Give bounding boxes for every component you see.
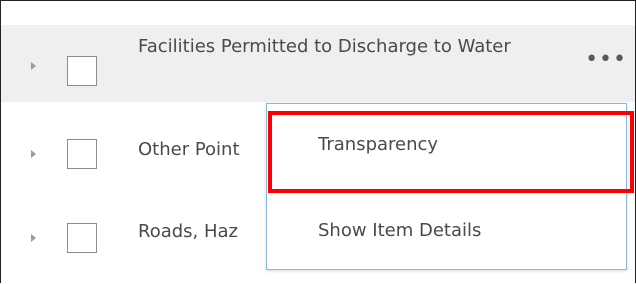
layer-label: Roads, Haz [138, 221, 239, 242]
menu-item-show-item-details[interactable]: Show Item Details [267, 220, 626, 241]
expand-caret-icon[interactable] [31, 234, 36, 242]
ellipsis-icon[interactable]: ••• [585, 49, 627, 71]
layer-visibility-checkbox[interactable] [67, 56, 97, 86]
layer-row-facilities[interactable]: Facilities Permitted to Discharge to Wat… [1, 25, 635, 102]
layer-visibility-checkbox[interactable] [67, 223, 97, 253]
layer-label: Other Point [138, 139, 240, 160]
expand-caret-icon[interactable] [31, 62, 36, 70]
expand-caret-icon[interactable] [31, 150, 36, 158]
highlight-annotation-box [268, 111, 634, 193]
layer-label: Facilities Permitted to Discharge to Wat… [138, 36, 511, 57]
layer-visibility-checkbox[interactable] [67, 139, 97, 169]
